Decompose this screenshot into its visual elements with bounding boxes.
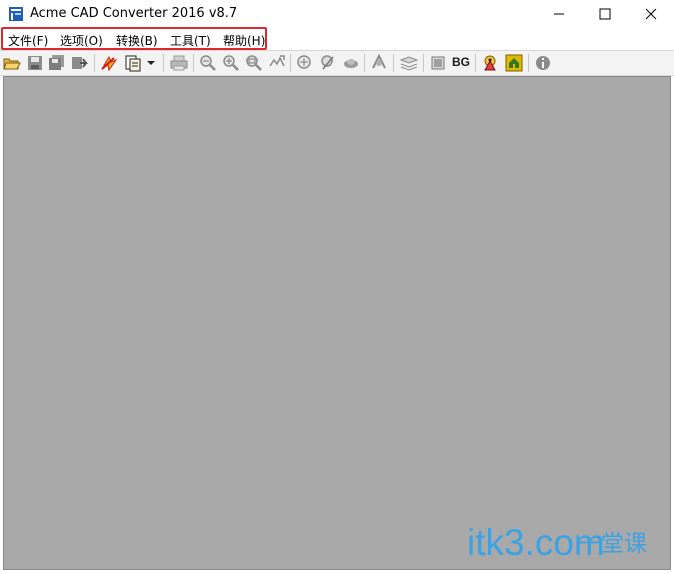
- title-bar[interactable]: Acme CAD Converter 2016 v8.7: [0, 0, 674, 28]
- batch-convert-icon[interactable]: [100, 54, 118, 72]
- home-icon[interactable]: [505, 54, 523, 72]
- minimize-button[interactable]: [536, 0, 582, 28]
- toolbar-separator: [163, 54, 164, 72]
- toolbar-separator: [393, 54, 394, 72]
- menu-highlight-box: [1, 27, 267, 50]
- drawing-canvas[interactable]: [3, 76, 671, 570]
- open-folder-icon[interactable]: [3, 54, 21, 72]
- background-toggle-icon[interactable]: [429, 54, 447, 72]
- layout-icon[interactable]: [400, 54, 418, 72]
- toolbar-separator: [475, 54, 476, 72]
- dropdown-arrow-icon[interactable]: [145, 54, 157, 72]
- watermark-logo-cn: 一堂课: [578, 531, 647, 557]
- pen-settings-icon[interactable]: [481, 54, 499, 72]
- view-3d-icon[interactable]: [342, 54, 360, 72]
- toolbar-separator: [193, 54, 194, 72]
- zoom-window-icon[interactable]: [245, 54, 263, 72]
- zoom-extents-icon[interactable]: [268, 54, 286, 72]
- bg-button[interactable]: BG: [452, 55, 470, 69]
- window-title: Acme CAD Converter 2016 v8.7: [30, 6, 238, 21]
- toolbar-separator: [423, 54, 424, 72]
- zoom-out-icon[interactable]: [199, 54, 217, 72]
- toolbar-separator: [528, 54, 529, 72]
- minimize-icon: [554, 13, 564, 15]
- maximize-icon: [599, 8, 611, 20]
- save-all-icon[interactable]: [48, 54, 66, 72]
- save-icon[interactable]: [26, 54, 44, 72]
- zoom-in-icon[interactable]: [222, 54, 240, 72]
- copy-to-clipboard-icon[interactable]: [124, 54, 142, 72]
- print-icon[interactable]: [170, 54, 188, 72]
- toolbar: BG: [0, 51, 674, 76]
- pan-icon[interactable]: [296, 54, 314, 72]
- toolbar-separator: [364, 54, 365, 72]
- layers-icon[interactable]: [370, 54, 388, 72]
- about-icon[interactable]: [534, 54, 552, 72]
- zoom-realtime-icon[interactable]: [319, 54, 337, 72]
- export-icon[interactable]: [71, 54, 89, 72]
- maximize-button[interactable]: [582, 0, 628, 28]
- app-logo-icon: [8, 6, 24, 22]
- app-window: Acme CAD Converter 2016 v8.7 文件(F) 选项(O)…: [0, 0, 674, 574]
- close-button[interactable]: [628, 0, 674, 28]
- toolbar-separator: [290, 54, 291, 72]
- close-icon: [645, 8, 657, 20]
- toolbar-separator: [94, 54, 95, 72]
